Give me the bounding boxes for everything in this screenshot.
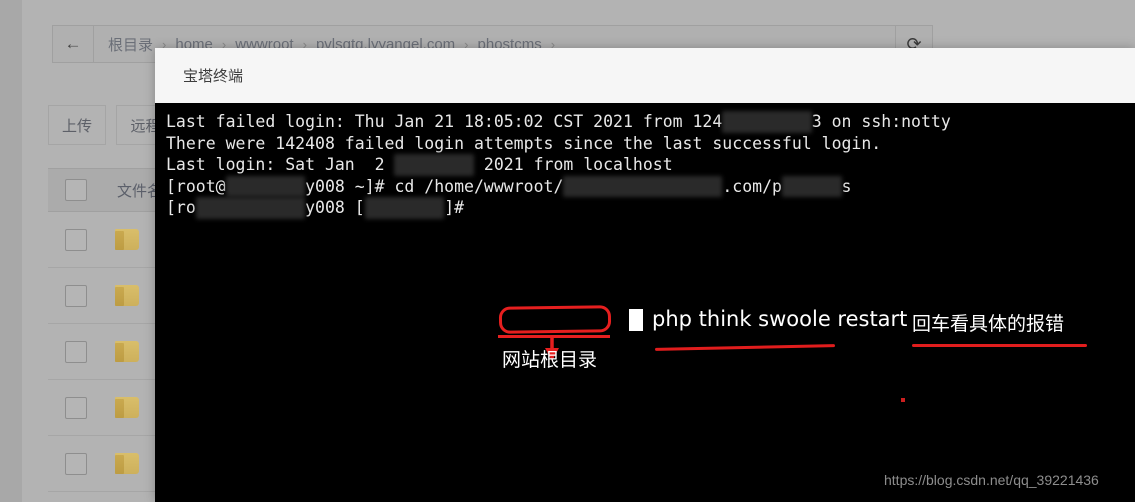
breadcrumb-item-root[interactable]: 根目录 (108, 34, 153, 55)
terminal-line: Last login: Sat Jan 2 16:05:46 2021 from… (166, 154, 951, 176)
row-checkbox[interactable] (65, 284, 87, 307)
upload-button-label: 上传 (61, 117, 92, 135)
redacted-text: iZ2zegbm (225, 175, 306, 197)
folder-icon (115, 341, 141, 362)
terminal-line: [root@iZ2zegbmy008 ~]# cd /home/wwwroot/… (166, 175, 951, 197)
redacted-text: .xxx.xx.x (722, 111, 812, 133)
back-button[interactable]: ← (53, 26, 94, 62)
terminal-text: Last failed login: Thu Jan 21 18:05:02 C… (166, 111, 951, 219)
terminal-segment: 3 on ssh:notty (811, 112, 951, 131)
terminal-segment: s (841, 176, 852, 196)
terminal-segment: y008 ~]# cd /home/wwwroot/ (305, 176, 564, 196)
terminal-segment: [ro (166, 198, 196, 217)
terminal-segment: 2021 from localhost (473, 155, 673, 174)
redacted-text: 16:05:46 (394, 154, 474, 176)
annotation-command-underline (654, 344, 836, 351)
terminal-line: [root@iZ2zegbmy008 [phostcms]# (166, 197, 951, 219)
terminal-segment: ]# (444, 198, 474, 217)
redacted-text: pvlsgtq.lyyangel (563, 175, 723, 197)
screenshot-root: ← 根目录 › home › wwwroot › pvlsgtq.lyyange… (0, 0, 1135, 502)
folder-icon (115, 285, 141, 306)
back-arrow-icon: ← (64, 34, 82, 53)
redacted-text: phostcms (364, 197, 445, 219)
terminal-segment: There were 142408 failed login attempts … (166, 133, 882, 153)
terminal-segment: [root@ (166, 176, 226, 196)
terminal-segment: y008 (305, 198, 355, 217)
row-checkbox[interactable] (65, 452, 87, 475)
row-checkbox[interactable] (65, 228, 87, 251)
terminal-segment: 124 (692, 112, 723, 131)
terminal-segment: [ (354, 198, 365, 217)
red-dot-artifact (901, 398, 905, 402)
terminal-segment: Last failed login: Thu Jan 21 18:05:02 C… (166, 112, 693, 131)
row-checkbox[interactable] (65, 396, 87, 419)
upload-button[interactable]: 上传 (48, 105, 106, 145)
row-checkbox[interactable] (65, 340, 87, 363)
annotation-highlight-box (498, 305, 612, 334)
modal-header: 宝塔终端 (155, 48, 1135, 103)
terminal-line: There were 142408 failed login attempts … (166, 133, 951, 155)
annotation-command-hint: php think swoole restart (652, 307, 908, 331)
modal-title: 宝塔终端 (183, 68, 244, 85)
folder-icon (115, 229, 141, 250)
terminal-cursor (629, 309, 643, 331)
folder-icon (115, 397, 141, 418)
terminal-line: Last failed login: Thu Jan 21 18:05:02 C… (166, 111, 951, 133)
redacted-text: hostcm (781, 175, 842, 197)
select-all-checkbox[interactable] (65, 179, 87, 201)
annotation-enter-underline (912, 344, 1087, 347)
folder-icon (115, 453, 141, 474)
terminal-output-area[interactable]: Last failed login: Thu Jan 21 18:05:02 C… (155, 103, 1135, 502)
watermark: https://blog.csdn.net/qq_39221436 (884, 472, 1099, 488)
annotation-enter-hint: 回车看具体的报错 (912, 313, 1065, 335)
annotation-root-dir-hint: 网站根目录 (502, 349, 598, 371)
terminal-segment: Last login: Sat Jan 2 (166, 155, 395, 174)
redacted-text: ot@iZ2zegbm (195, 197, 306, 219)
terminal-modal: 宝塔终端 Last failed login: Thu Jan 21 18:05… (155, 48, 1135, 502)
terminal-segment: .com/p (722, 176, 782, 196)
